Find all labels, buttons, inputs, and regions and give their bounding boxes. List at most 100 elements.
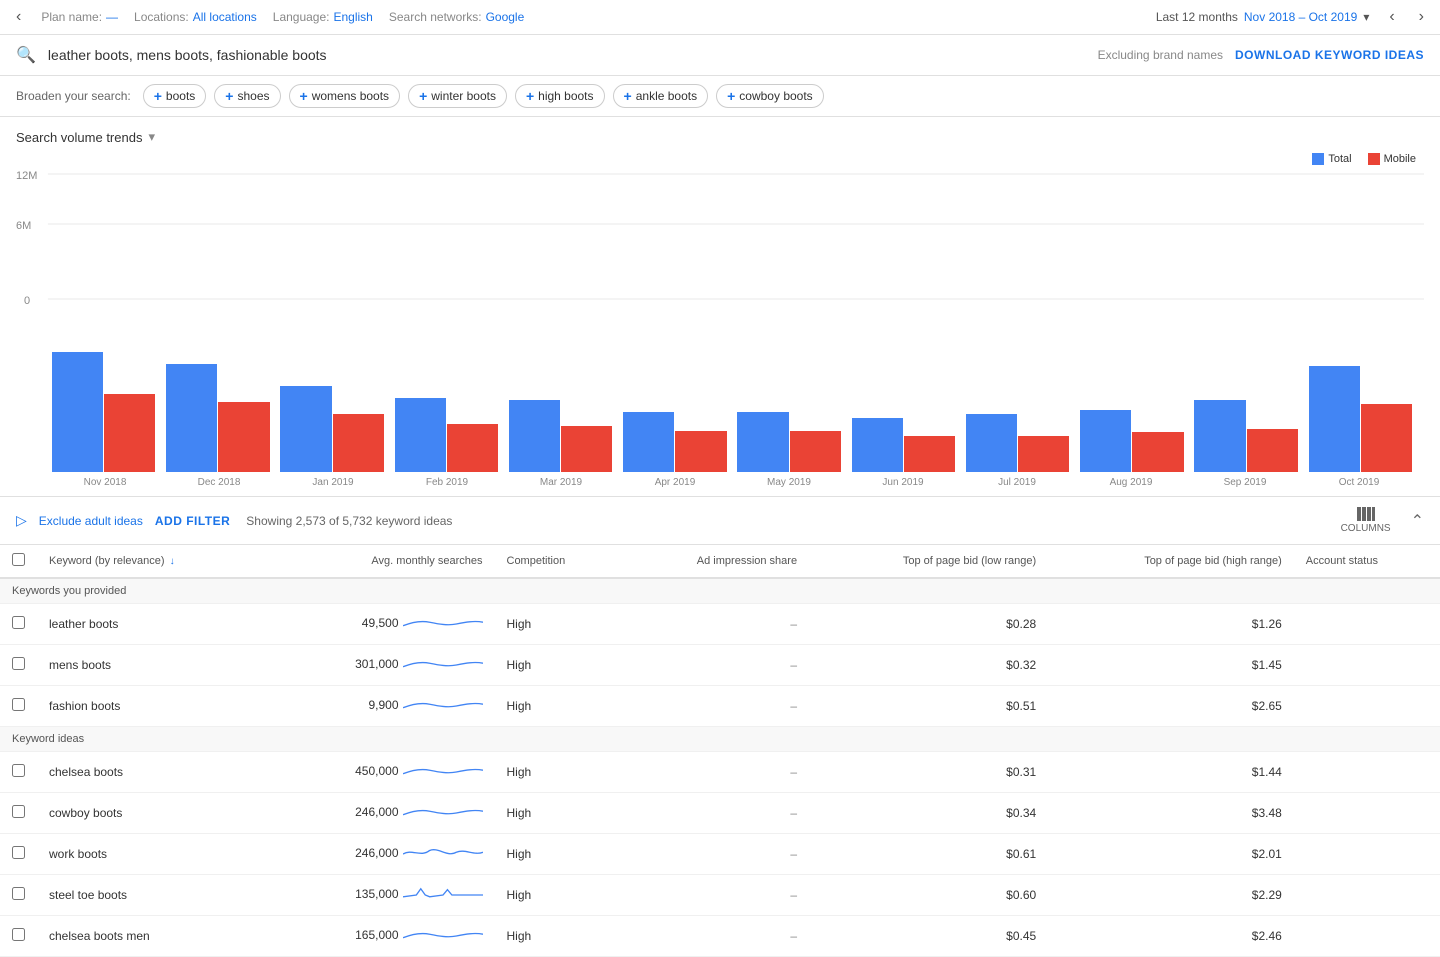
row-checkbox-1-4[interactable] [12,928,25,941]
avg-monthly-cell: 246,000 [264,834,494,875]
broaden-chip-shoes[interactable]: + shoes [214,84,280,108]
bid-high-cell: $2.46 [1048,916,1294,957]
bid-low-cell: $0.32 [809,645,1048,686]
bid-high-cell: $1.26 [1048,604,1294,645]
prev-date-btn[interactable]: ‹ [1385,6,1398,28]
back-arrow[interactable]: ‹ [12,6,25,28]
broaden-chip-ankle-boots[interactable]: + ankle boots [613,84,709,108]
bar-total-11 [1309,366,1360,472]
th-bid-high[interactable]: Top of page bid (high range) [1048,545,1294,578]
download-keywords-button[interactable]: DOWNLOAD KEYWORD IDEAS [1235,48,1424,62]
bar-total-10 [1194,400,1245,472]
section-header-0: Keywords you provided [0,578,1440,604]
table-row: chelsea boots men165,000 High–$0.45$2.46 [0,916,1440,957]
keyword-cell: steel toe boots [37,875,264,916]
select-all-checkbox[interactable] [12,553,25,566]
avg-monthly-cell: 49,500 [264,604,494,645]
bar-mobile-5 [675,431,726,472]
bar-label-0: Nov 2018 [48,472,162,492]
bar-mobile-0 [104,394,155,472]
bar-total-2 [280,386,331,472]
select-all-header[interactable] [0,545,37,578]
table-header-row: Keyword (by relevance) ↓ Avg. monthly se… [0,545,1440,578]
bar-group-2 [277,386,388,472]
row-checkbox-1-3[interactable] [12,887,25,900]
svg-text:0: 0 [24,295,30,307]
table-row: steel toe boots135,000 High–$0.60$2.29 [0,875,1440,916]
section-title-1: Keyword ideas [0,727,1440,752]
locations-label: Locations: [134,10,189,24]
bid-low-cell: $0.60 [809,875,1048,916]
bar-group-7 [848,418,959,472]
filter-bar: ▷ Exclude adult ideas ADD FILTER Showing… [0,497,1440,545]
columns-button[interactable]: COLUMNS [1341,507,1391,534]
exclude-adult-button[interactable]: Exclude adult ideas [39,514,143,528]
legend-mobile-dot [1368,153,1380,165]
bar-total-1 [166,364,217,472]
top-bar: ‹ Plan name: — Locations: All locations … [0,0,1440,35]
keywords-table-container: Keyword (by relevance) ↓ Avg. monthly se… [0,545,1440,957]
bid-high-cell: $2.01 [1048,834,1294,875]
row-checkbox-1-2[interactable] [12,846,25,859]
language-nav[interactable]: Language: English [273,10,373,24]
table-row: fashion boots9,900 High–$0.51$2.65 [0,686,1440,727]
bar-mobile-9 [1132,432,1183,472]
avg-monthly-cell: 165,000 [264,916,494,957]
date-range[interactable]: Last 12 months Nov 2018 – Oct 2019 ▾ [1156,10,1370,24]
bar-group-3 [391,398,502,472]
competition-cell: High [495,752,621,793]
bar-label-10: Sep 2019 [1188,472,1302,492]
table-row: work boots246,000 High–$0.61$2.01 [0,834,1440,875]
account-status-cell [1294,875,1440,916]
bar-group-4 [505,400,616,472]
broaden-chip-cowboy-boots[interactable]: + cowboy boots [716,84,824,108]
avg-monthly-cell: 450,000 [264,752,494,793]
bar-group-6 [734,412,845,472]
th-ad-impression[interactable]: Ad impression share [620,545,809,578]
locations-nav[interactable]: Locations: All locations [134,10,257,24]
broaden-chip-high-boots[interactable]: + high boots [515,84,605,108]
bar-mobile-3 [447,424,498,472]
keyword-search-input[interactable] [48,47,1086,63]
avg-monthly-cell: 246,000 [264,793,494,834]
chart-title-text: Search volume trends [16,130,142,145]
keyword-cell: work boots [37,834,264,875]
row-checkbox-0-0[interactable] [12,616,25,629]
row-checkbox-0-2[interactable] [12,698,25,711]
bar-label-1: Dec 2018 [162,472,276,492]
add-filter-button[interactable]: ADD FILTER [155,514,230,528]
bar-mobile-8 [1018,436,1069,472]
table-row: leather boots49,500 High–$0.28$1.26 [0,604,1440,645]
th-avg-monthly[interactable]: Avg. monthly searches [264,545,494,578]
broaden-chip-womens-boots[interactable]: + womens boots [289,84,401,108]
chart-section: Search volume trends ▾ Total Mobile 12M … [0,117,1440,497]
row-checkbox-0-1[interactable] [12,657,25,670]
th-keyword[interactable]: Keyword (by relevance) ↓ [37,545,264,578]
bid-high-cell: $1.44 [1048,752,1294,793]
broaden-chip-boots[interactable]: + boots [143,84,207,108]
th-competition[interactable]: Competition [495,545,621,578]
bar-mobile-4 [561,426,612,472]
avg-monthly-cell: 301,000 [264,645,494,686]
th-account-status[interactable]: Account status [1294,545,1440,578]
date-dropdown-icon: ▾ [1363,10,1369,24]
th-bid-low-label: Top of page bid (low range) [903,555,1036,567]
competition-cell: High [495,875,621,916]
bar-group-9 [1076,410,1187,472]
row-checkbox-1-0[interactable] [12,764,25,777]
th-bid-low[interactable]: Top of page bid (low range) [809,545,1048,578]
legend-total-label: Total [1328,153,1351,165]
account-status-cell [1294,793,1440,834]
th-ad-impression-label: Ad impression share [697,555,797,567]
table-row: chelsea boots450,000 High–$0.31$1.44 [0,752,1440,793]
section-title-0: Keywords you provided [0,578,1440,604]
collapse-button[interactable]: ⌃ [1411,511,1424,531]
keyword-cell: cowboy boots [37,793,264,834]
search-networks-nav[interactable]: Search networks: Google [389,10,524,24]
plan-name-nav[interactable]: Plan name: — [41,10,118,24]
bar-label-4: Mar 2019 [504,472,618,492]
broaden-chip-winter-boots[interactable]: + winter boots [408,84,507,108]
row-checkbox-1-1[interactable] [12,805,25,818]
chart-title[interactable]: Search volume trends ▾ [16,129,1424,145]
next-date-btn[interactable]: › [1415,6,1428,28]
